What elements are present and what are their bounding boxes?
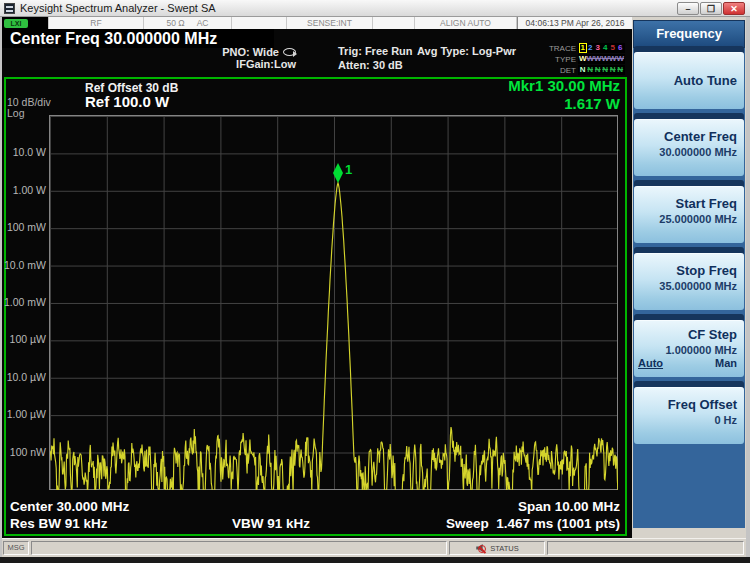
scale-type-annotation: Log [7,107,25,119]
status-field [547,541,744,555]
lxi-badge: LXI [4,19,28,28]
pno-annotation: PNO: Wide [150,46,296,58]
datetime-indicator: 04:06:13 PM Apr 26, 2016 [517,17,632,29]
y-axis-label: 10.0 W [2,146,46,158]
y-axis-label: 100 nW [2,446,46,458]
softkey-panel: Frequency Auto Tune Center Freq 30.00000… [632,17,746,563]
sense-indicator: SENSE:INT [287,17,373,29]
window-title: Keysight Spectrum Analyzer - Swept SA [15,2,216,14]
restore-button[interactable]: ❐ [700,2,722,15]
close-button[interactable]: ✕ [723,2,745,15]
softkey-panel-body: Auto Tune Center Freq 30.000000 MHz Star… [633,48,745,528]
type-label: TYPE [538,55,578,64]
window-border-bottom [0,557,750,563]
y-axis-label: 1.00 W [2,184,46,196]
cf-step-auto: Auto [638,357,663,369]
y-axis-label: 10.0 µW [2,371,46,383]
trace-label: TRACE [538,44,578,53]
auto-tune-button[interactable]: Auto Tune [634,52,744,109]
y-axis-label: 1.00 µW [2,408,46,420]
msg-label: MSG [3,541,29,555]
title-bar: Keysight Spectrum Analyzer - Swept SA – … [0,0,750,17]
span-annotation: Span 10.00 MHz [400,499,620,514]
stop-freq-button[interactable]: Stop Freq 35.000000 MHz [634,253,744,310]
marker-amplitude: 1.617 W [360,95,620,113]
close-icon: ✕ [724,3,744,14]
message-field [31,541,447,555]
message-bar: MSG STATUS [0,538,750,557]
cf-step-button[interactable]: CF Step 1.000000 MHz Auto Man [634,320,744,377]
minimize-button[interactable]: – [677,2,699,15]
sweep-annotation: Sweep 1.467 ms (1001 pts) [360,516,620,531]
avg-type-annotation: Avg Type: Log-Pwr [417,45,516,57]
status-strip: LXI RF 50 Ω AC SENSE:INT ALIGN AUTO 04:0… [2,17,632,29]
menu-title: Frequency [633,20,745,48]
window-border-left [0,17,2,557]
ifgain-annotation: IFGain:Low [150,58,296,70]
rf-indicator: RF [49,17,144,29]
restore-icon: ❐ [701,3,721,14]
center-freq-button[interactable]: Center Freq 30.000000 MHz [634,119,744,176]
loop-icon [283,48,296,56]
app-icon [4,3,15,14]
marker-freq: Mkr1 30.00 MHz [360,77,620,95]
status-button[interactable]: STATUS [449,541,545,555]
marker-diamond [333,163,343,183]
vbw-annotation: VBW 91 kHz [232,516,310,531]
empty-segment [232,17,287,29]
window-border-right [746,17,750,557]
marker-number-label: 1 [345,162,352,177]
type-values: W W W W W W [578,54,625,64]
ref-level-annotation: Ref 100.0 W [85,93,169,110]
coupling-indicator: AC [197,18,209,28]
spectrum-trace: 1 [50,116,618,490]
freq-offset-button[interactable]: Freq Offset 0 Hz [634,387,744,444]
trigger-annotation: Trig: Free Run [338,45,413,57]
lxi-segment: LXI [2,17,49,29]
speaker-mute-icon [475,542,487,554]
input-coupling-segment: 50 Ω AC [144,17,232,29]
y-axis-label: 100 mW [2,221,46,233]
empty-segment [373,17,415,29]
atten-annotation: Atten: 30 dB [338,59,403,71]
minimize-icon: – [678,3,698,14]
trace-legend: TRACE 1 2 3 4 5 6 TYPE W W W W W W DET N… [538,43,625,76]
rbw-annotation: Res BW 91 kHz [10,516,108,531]
align-indicator: ALIGN AUTO [415,17,517,29]
trace-numbers: 1 2 3 4 5 6 [578,43,625,53]
impedance-indicator: 50 Ω [167,18,185,28]
marker-readout: Mkr1 30.00 MHz 1.617 W [360,77,620,113]
y-axis-label: 10.0 mW [2,259,46,271]
det-label: DET [538,66,578,75]
det-values: N N N N N N [578,65,625,75]
cf-step-man: Man [715,357,737,369]
start-freq-button[interactable]: Start Freq 25.000000 MHz [634,186,744,243]
y-axis-label: 100 µW [2,333,46,345]
y-axis-label: 1.00 mW [2,296,46,308]
center-annotation: Center 30.000 MHz [10,499,129,514]
